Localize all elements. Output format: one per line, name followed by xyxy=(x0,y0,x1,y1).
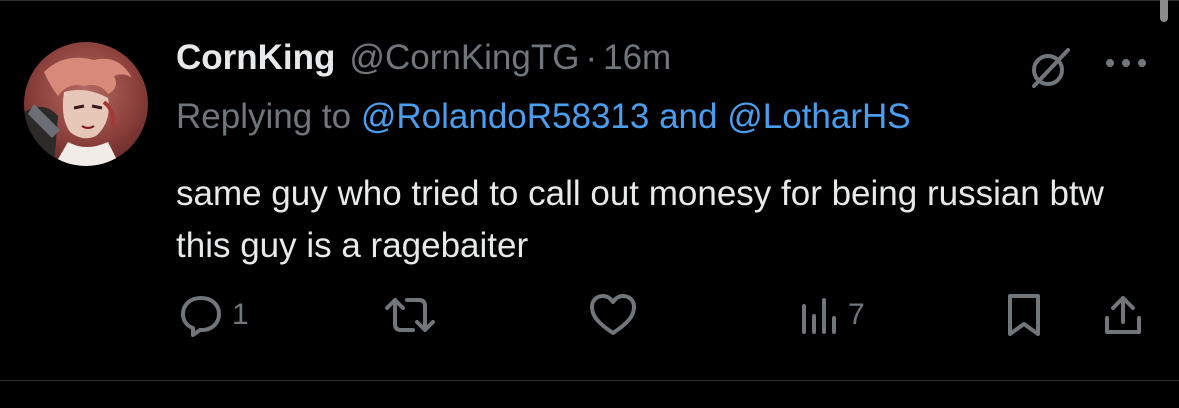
top-divider xyxy=(0,0,1179,1)
reply-user-link-2[interactable]: @LotharHS xyxy=(727,97,910,136)
reply-user-link-1[interactable]: @RolandoR58313 xyxy=(361,97,650,136)
reply-count: 1 xyxy=(232,298,249,331)
replying-to-line: Replying to @RolandoR58313 and @LotharHS xyxy=(176,97,911,137)
avatar[interactable] xyxy=(24,42,148,166)
views-count: 7 xyxy=(848,298,865,331)
scrollbar-thumb[interactable] xyxy=(1160,0,1168,22)
bottom-divider xyxy=(0,380,1179,381)
display-name[interactable]: CornKing xyxy=(176,38,335,78)
more-dots-icon[interactable] xyxy=(1104,56,1148,68)
bookmark-button[interactable] xyxy=(1002,290,1046,340)
avatar-image xyxy=(24,42,148,166)
views-bar-chart-icon xyxy=(802,298,836,334)
replying-prefix: Replying to xyxy=(176,97,352,136)
user-handle[interactable]: @CornKingTG xyxy=(349,38,579,78)
share-upload-icon xyxy=(1105,296,1141,334)
retweet-button[interactable] xyxy=(383,290,445,340)
grok-icon[interactable] xyxy=(1026,44,1074,92)
reply-button[interactable]: 1 xyxy=(178,290,249,340)
reply-joiner[interactable]: and xyxy=(659,97,717,136)
tweet-text: same guy who tried to call out monesy fo… xyxy=(176,174,1104,265)
views-button[interactable]: 7 xyxy=(798,290,865,340)
retweet-icon xyxy=(385,298,435,332)
like-button[interactable] xyxy=(588,290,646,340)
share-button[interactable] xyxy=(1100,290,1146,340)
separator-dot: · xyxy=(585,38,598,77)
reply-bubble-icon xyxy=(181,296,221,337)
tweet-header: CornKing @CornKingTG · 16m xyxy=(176,38,671,84)
timestamp[interactable]: 16m xyxy=(603,38,671,78)
bookmark-icon xyxy=(1008,294,1040,336)
heart-icon xyxy=(590,294,636,335)
